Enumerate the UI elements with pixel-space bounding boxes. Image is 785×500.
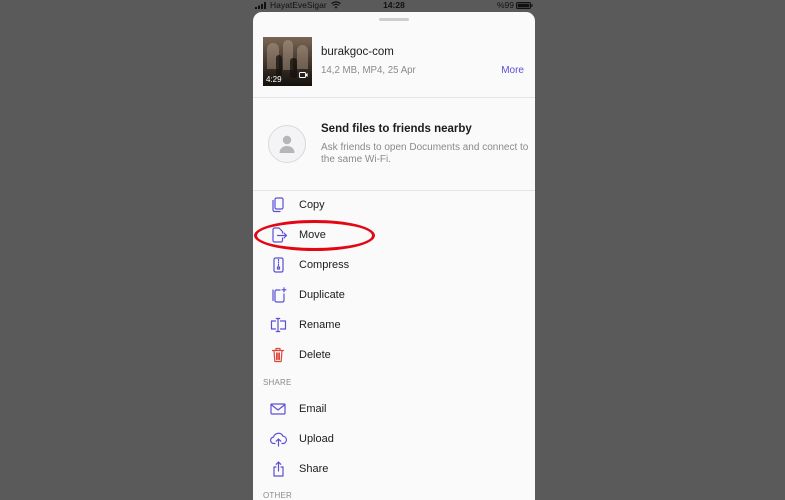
cloud-upload-icon bbox=[269, 431, 289, 447]
other-section-header: OTHER bbox=[263, 491, 292, 500]
video-thumbnail[interactable]: 4:29 bbox=[263, 37, 312, 86]
battery-percentage: %99 bbox=[496, 0, 514, 10]
move-icon bbox=[269, 227, 289, 243]
duplicate-label: Duplicate bbox=[299, 289, 345, 301]
compress-icon bbox=[269, 257, 289, 273]
duplicate-icon bbox=[269, 287, 289, 303]
wifi-icon bbox=[331, 1, 341, 11]
share-label: Share bbox=[299, 463, 329, 475]
nearby-description: Ask friends to open Documents and connec… bbox=[321, 142, 529, 165]
nearby-title: Send files to friends nearby bbox=[321, 123, 472, 135]
clock-time: 14:28 bbox=[383, 0, 405, 10]
sheet-grabber-handle[interactable] bbox=[379, 18, 409, 21]
more-button[interactable]: More bbox=[489, 65, 524, 77]
copy-icon bbox=[269, 197, 289, 213]
video-duration: 4:29 bbox=[266, 75, 282, 84]
email-label: Email bbox=[299, 403, 327, 415]
move-button[interactable]: Move bbox=[253, 220, 535, 250]
move-label: Move bbox=[299, 229, 326, 241]
cellular-signal-icon bbox=[255, 2, 267, 12]
compress-label: Compress bbox=[299, 259, 350, 271]
divider bbox=[253, 97, 535, 98]
compress-button[interactable]: Compress bbox=[253, 250, 535, 280]
battery-icon bbox=[516, 2, 533, 12]
rename-label: Rename bbox=[299, 319, 341, 331]
video-camera-icon bbox=[299, 65, 308, 83]
file-details: 14,2 MB, MP4, 25 Apr bbox=[321, 65, 416, 76]
trash-icon bbox=[269, 347, 289, 363]
duplicate-button[interactable]: Duplicate bbox=[253, 280, 535, 310]
share-button[interactable]: Share bbox=[253, 454, 535, 484]
envelope-icon bbox=[269, 401, 289, 417]
person-icon bbox=[279, 135, 295, 153]
delete-label: Delete bbox=[299, 349, 331, 361]
email-button[interactable]: Email bbox=[253, 394, 535, 424]
rename-icon bbox=[269, 317, 289, 333]
copy-label: Copy bbox=[299, 199, 325, 211]
share-section-header: SHARE bbox=[263, 378, 292, 387]
rename-button[interactable]: Rename bbox=[253, 310, 535, 340]
delete-button[interactable]: Delete bbox=[253, 340, 535, 370]
share-icon bbox=[269, 461, 289, 477]
carrier-name: HayatEveSigar bbox=[270, 0, 327, 10]
file-name: burakgoc-com bbox=[321, 46, 394, 58]
action-sheet: 4:29 burakgoc-com 14,2 MB, MP4, 25 Apr M… bbox=[253, 12, 535, 500]
upload-label: Upload bbox=[299, 433, 334, 445]
nearby-avatar[interactable] bbox=[268, 125, 306, 163]
copy-button[interactable]: Copy bbox=[253, 190, 535, 220]
upload-button[interactable]: Upload bbox=[253, 424, 535, 454]
